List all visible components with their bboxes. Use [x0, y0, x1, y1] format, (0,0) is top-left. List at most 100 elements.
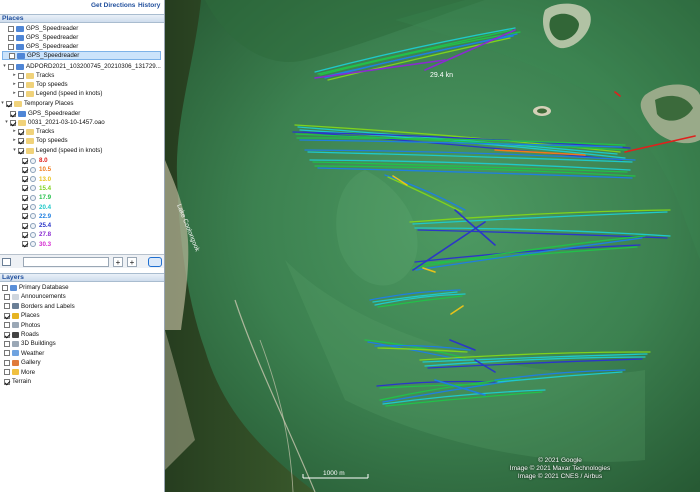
panel-toggle-icon[interactable] [2, 258, 11, 266]
layer-checkbox[interactable] [4, 378, 10, 385]
layer-item[interactable]: Borders and Labels [4, 302, 75, 311]
folder-icon [26, 137, 34, 144]
visibility-checkbox[interactable] [18, 147, 24, 154]
visibility-checkbox[interactable] [10, 119, 16, 126]
places-item[interactable]: GPS_Speedreader [2, 24, 78, 33]
visibility-checkbox[interactable] [10, 110, 16, 117]
legend-item[interactable]: 17.9 [22, 193, 51, 202]
layer-checkbox[interactable] [2, 284, 8, 291]
visibility-checkbox[interactable] [22, 157, 28, 164]
expand-toggle-icon[interactable]: ▾ [4, 118, 9, 127]
places-item[interactable]: ▸ Top speeds [12, 80, 67, 89]
layers-panel-header[interactable]: Layers [0, 273, 164, 282]
visibility-checkbox[interactable] [18, 72, 24, 79]
expand-toggle-icon[interactable]: ▸ [12, 136, 17, 145]
visibility-checkbox[interactable] [8, 25, 14, 32]
visibility-checkbox[interactable] [22, 185, 28, 192]
legend-item[interactable]: 20.4 [22, 203, 51, 212]
layer-item[interactable]: Primary Database [2, 283, 69, 292]
visibility-checkbox[interactable] [22, 166, 28, 173]
layer-checkbox[interactable] [4, 331, 10, 338]
places-item[interactable]: ▸ Tracks [12, 71, 54, 80]
search-next-button[interactable]: + [113, 257, 123, 267]
layer-checkbox[interactable] [4, 303, 10, 310]
visibility-checkbox[interactable] [8, 43, 14, 50]
layer-item[interactable]: Roads [4, 330, 39, 339]
layer-checkbox[interactable] [4, 369, 10, 376]
legend-value: 20.4 [39, 203, 52, 211]
places-item[interactable]: GPS_Speedreader [2, 51, 161, 60]
expand-toggle-icon[interactable]: ▸ [12, 80, 17, 89]
visibility-checkbox[interactable] [22, 231, 28, 238]
legend-item[interactable]: 13.0 [22, 175, 51, 184]
visibility-checkbox[interactable] [6, 100, 12, 107]
layer-item[interactable]: Places [4, 311, 40, 320]
places-item[interactable]: ▾ 0031_2021-03-10-1457.oao [4, 118, 105, 127]
layer-checkbox[interactable] [4, 293, 10, 300]
places-item[interactable]: ▾ ADPORD2021_103200745_20210306_131729... [2, 62, 161, 71]
visibility-checkbox[interactable] [22, 213, 28, 220]
history-link[interactable]: History [138, 2, 160, 9]
top-speed-label[interactable]: 29.4 kn [430, 72, 453, 79]
places-panel-header[interactable]: Places [0, 14, 164, 23]
visibility-checkbox[interactable] [22, 194, 28, 201]
layer-checkbox[interactable] [4, 350, 10, 357]
camera-icon [12, 322, 19, 329]
visibility-checkbox[interactable] [22, 176, 28, 183]
visibility-checkbox[interactable] [9, 52, 15, 59]
visibility-checkbox[interactable] [18, 90, 24, 97]
legend-item[interactable]: 22.9 [22, 212, 51, 221]
places-item[interactable]: ▾ Legend (speed in knots) [12, 146, 102, 155]
visibility-checkbox[interactable] [22, 222, 28, 229]
map-view[interactable]: 29.4 kn Lake Coolongook 1000 m © 2021 Go… [165, 0, 700, 492]
places-item[interactable]: GPS_Speedreader [2, 42, 78, 51]
expand-toggle-icon[interactable]: ▸ [12, 71, 17, 80]
places-item[interactable]: ▸ Top speeds [12, 136, 67, 145]
visibility-checkbox[interactable] [22, 204, 28, 210]
layer-item[interactable]: Terrain [4, 377, 31, 386]
search-prev-button[interactable]: + [127, 257, 137, 267]
get-directions-link[interactable]: Get Directions [91, 2, 135, 9]
layer-checkbox[interactable] [4, 340, 10, 347]
expand-toggle-icon[interactable]: ▾ [12, 146, 17, 155]
places-item[interactable]: ▸ Legend (speed in knots) [12, 89, 102, 98]
legend-item[interactable]: 25.4 [22, 221, 51, 230]
folder-icon [26, 128, 34, 135]
legend-item[interactable]: 8.0 [22, 156, 48, 165]
layer-item[interactable]: Announcements [4, 292, 66, 301]
sidebar: Get Directions History Places GPS_Speedr… [0, 0, 165, 492]
layer-item[interactable]: More [4, 368, 35, 377]
layer-checkbox[interactable] [4, 359, 10, 366]
expand-toggle-icon[interactable]: ▾ [0, 99, 5, 108]
visibility-checkbox[interactable] [8, 63, 14, 70]
legend-item[interactable]: 10.5 [22, 165, 51, 174]
legend-item[interactable]: 27.8 [22, 230, 51, 239]
layer-item[interactable]: Photos [4, 321, 40, 330]
legend-swatch-icon [30, 213, 36, 220]
legend-item[interactable]: 15.4 [22, 184, 51, 193]
visibility-checkbox[interactable] [22, 241, 28, 248]
expand-toggle-icon[interactable]: ▸ [12, 89, 17, 98]
search-toolbar: Get Directions History [0, 0, 164, 12]
layer-item[interactable]: Weather [4, 349, 44, 358]
place-icon [12, 312, 19, 319]
expand-toggle-icon[interactable]: ▾ [2, 62, 7, 71]
layer-checkbox[interactable] [4, 322, 10, 329]
places-search-input[interactable] [23, 257, 109, 267]
visibility-checkbox[interactable] [18, 128, 24, 135]
expand-toggle-icon[interactable]: ▸ [12, 127, 17, 136]
tour-icon[interactable] [148, 257, 162, 267]
legend-swatch-icon [30, 157, 36, 164]
places-item[interactable]: ▸ Tracks [12, 127, 54, 136]
layer-item[interactable]: 3D Buildings [4, 339, 56, 348]
layer-checkbox[interactable] [4, 312, 10, 319]
visibility-checkbox[interactable] [18, 81, 24, 88]
places-item[interactable]: GPS_Speedreader [4, 109, 80, 118]
visibility-checkbox[interactable] [18, 137, 24, 144]
places-item[interactable]: ▾ Temporary Places [0, 99, 73, 108]
places-item[interactable]: GPS_Speedreader [2, 33, 78, 42]
layer-item[interactable]: Gallery [4, 358, 41, 367]
visibility-checkbox[interactable] [8, 34, 14, 41]
satellite-map[interactable]: 29.4 kn Lake Coolongook 1000 m [165, 0, 700, 492]
legend-item[interactable]: 30.3 [22, 240, 51, 249]
